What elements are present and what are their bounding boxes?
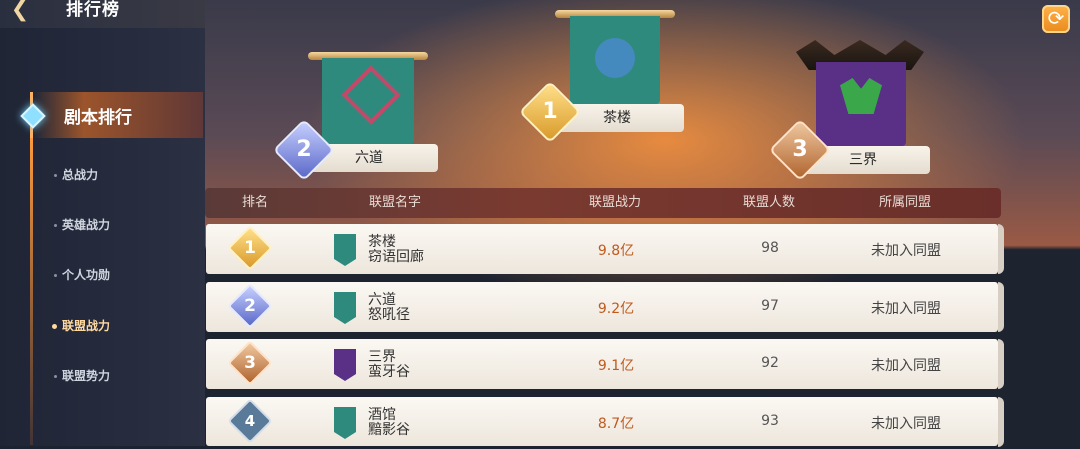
alliance-location: 蛮牙谷	[368, 364, 410, 380]
rank-2-medal-icon: 2	[227, 283, 273, 329]
nav-rail	[30, 135, 33, 445]
emblem-icon	[341, 65, 401, 125]
medal-rank: 1	[542, 99, 558, 124]
header-rank: 排名	[241, 195, 268, 210]
alliance-name: 三界 蛮牙谷	[368, 350, 410, 380]
first-place-banner	[570, 16, 660, 104]
alliance-location: 黯影谷	[368, 422, 410, 438]
sidebar: ❮ 排行榜 剧本排行 总战力 英雄战力 个人功勋 联盟战力 联盟势力	[0, 0, 205, 446]
alliance-name: 茶楼 窃语回廊	[368, 235, 424, 265]
alliance-name-text: 六道	[368, 292, 396, 308]
sidebar-item-label: 英雄战力	[62, 218, 111, 232]
table-header: 排名 联盟名字 联盟战力 联盟人数 所属同盟	[205, 188, 1001, 218]
second-place-banner	[322, 58, 414, 144]
alliance-banner-icon	[334, 407, 356, 439]
alliance-members: 93	[761, 413, 779, 429]
alliance-league: 未加入同盟	[871, 243, 941, 259]
bullet-icon	[54, 375, 57, 378]
bullet-icon	[54, 174, 57, 177]
alliance-location: 怒吼径	[368, 307, 410, 323]
sidebar-item-label: 联盟势力	[62, 369, 111, 383]
alliance-league: 未加入同盟	[871, 358, 941, 374]
alliance-banner-icon	[334, 234, 356, 266]
bullet-icon	[54, 224, 57, 227]
sidebar-item-label: 总战力	[62, 168, 99, 182]
sidebar-item-alliance-influence[interactable]: 联盟势力	[54, 367, 110, 384]
rank-3-medal-icon: 3	[227, 340, 273, 386]
sidebar-section-label: 剧本排行	[64, 108, 132, 128]
alliance-league: 未加入同盟	[871, 416, 941, 432]
row-rank: 4	[244, 412, 256, 430]
table-row[interactable]: 1 茶楼 窃语回廊 9.8亿 98 未加入同盟	[206, 224, 1004, 274]
alliance-name-text: 茶楼	[368, 234, 396, 250]
back-arrow-icon[interactable]: ❮	[0, 0, 40, 26]
rank-1-medal-icon: 1	[227, 225, 273, 271]
header-name: 联盟名字	[368, 195, 421, 210]
alliance-power: 8.7亿	[597, 416, 635, 432]
page-title: 排行榜	[66, 0, 120, 20]
bullet-icon	[52, 324, 57, 329]
row-rank: 2	[244, 296, 256, 316]
alliance-name-text: 酒馆	[368, 407, 396, 423]
bullet-icon	[54, 274, 57, 277]
medal-rank: 2	[296, 137, 312, 162]
row-rank: 1	[244, 238, 256, 258]
emblem-icon	[595, 38, 635, 78]
alliance-members: 92	[761, 355, 779, 371]
alliance-name-text: 三界	[368, 349, 396, 365]
alliance-power: 9.1亿	[597, 358, 635, 374]
sidebar-item-label: 个人功勋	[62, 268, 111, 282]
sidebar-item-hero-power[interactable]: 英雄战力	[54, 216, 110, 233]
row-rank: 3	[244, 353, 256, 373]
table-row[interactable]: 2 六道 怒吼径 9.2亿 97 未加入同盟	[206, 282, 1004, 332]
third-place-banner	[816, 62, 906, 146]
alliance-power: 9.2亿	[597, 301, 635, 317]
header-power: 联盟战力	[588, 195, 641, 210]
sidebar-item-label: 联盟战力	[62, 319, 111, 333]
sidebar-item-alliance-power[interactable]: 联盟战力	[52, 317, 111, 334]
table-row[interactable]: 4 酒馆 黯影谷 8.7亿 93 未加入同盟	[206, 397, 1004, 447]
alliance-banner-icon	[334, 349, 356, 381]
table-row[interactable]: 3 三界 蛮牙谷 9.1亿 92 未加入同盟	[206, 339, 1004, 389]
sidebar-item-total-power[interactable]: 总战力	[54, 166, 98, 183]
alliance-members: 97	[761, 298, 779, 314]
emblem-icon	[840, 78, 882, 114]
sidebar-item-personal-merit[interactable]: 个人功勋	[54, 266, 110, 283]
refresh-icon[interactable]: ⟳	[1042, 5, 1070, 33]
alliance-banner-icon	[334, 292, 356, 324]
alliance-name: 酒馆 黯影谷	[368, 408, 410, 438]
alliance-name: 六道 怒吼径	[368, 293, 410, 323]
alliance-league: 未加入同盟	[871, 301, 941, 317]
medal-rank: 3	[792, 137, 808, 162]
alliance-location: 窃语回廊	[368, 249, 424, 265]
header-league: 所属同盟	[878, 195, 931, 210]
header-members: 联盟人数	[742, 195, 795, 210]
rank-plain-icon: 4	[227, 398, 273, 444]
alliance-power: 9.8亿	[597, 243, 635, 259]
alliance-members: 98	[761, 240, 779, 256]
